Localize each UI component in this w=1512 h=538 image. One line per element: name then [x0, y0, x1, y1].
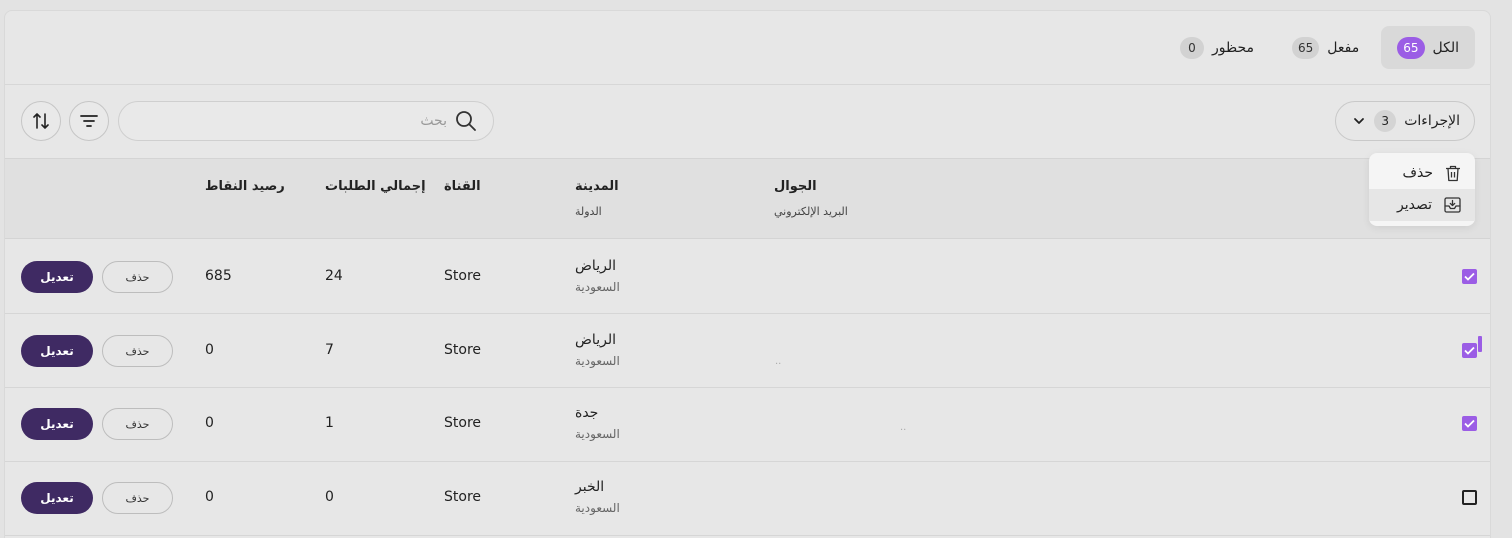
customers-card: الكل 65 مفعل 65 محظور 0 الإجراءات 3 بحث …	[4, 10, 1491, 538]
delete-button[interactable]: حذف	[102, 408, 173, 440]
tabs-divider	[5, 84, 1490, 85]
tab-all[interactable]: الكل 65	[1381, 26, 1475, 69]
filter-button[interactable]	[69, 101, 109, 141]
row-points: 685	[205, 268, 232, 284]
table-row: .. الرياض السعودية Store 7 0 حذف تعديل	[5, 314, 1490, 388]
menu-item-delete-label: حذف	[1402, 165, 1433, 181]
row-country: السعودية	[575, 280, 620, 294]
search-input[interactable]	[135, 113, 447, 129]
row-checkbox[interactable]	[1462, 416, 1477, 431]
header-email: البريد الإلكتروني	[774, 205, 848, 218]
row-city: جدة	[575, 405, 599, 421]
delete-button[interactable]: حذف	[102, 482, 173, 514]
actions-label: الإجراءات	[1404, 113, 1460, 129]
row-total-orders: 1	[325, 415, 334, 431]
row-total-orders: 0	[325, 489, 334, 505]
row-city: الرياض	[575, 258, 616, 274]
tab-blocked[interactable]: محظور 0	[1164, 26, 1270, 69]
menu-item-export[interactable]: تصدير	[1369, 189, 1475, 221]
row-city: الرياض	[575, 332, 616, 348]
row-points: 0	[205, 415, 214, 431]
row-checkbox[interactable]	[1462, 343, 1477, 358]
chevron-down-icon	[1352, 114, 1366, 128]
edit-button[interactable]: تعديل	[21, 408, 93, 440]
search-icon	[455, 110, 477, 132]
row-total-orders: 24	[325, 268, 343, 284]
row-mobile: ..	[900, 422, 907, 433]
header-total-orders: إجمالي الطلبات	[325, 179, 426, 194]
sort-button[interactable]	[21, 101, 61, 141]
trash-icon	[1445, 165, 1461, 182]
header-mobile: الجوال	[774, 179, 817, 194]
actions-menu: حذف تصدير	[1369, 153, 1475, 226]
actions-count: 3	[1374, 110, 1397, 132]
row-channel: Store	[444, 489, 482, 505]
tab-blocked-label: محظور	[1211, 39, 1254, 56]
tab-all-count: 65	[1397, 36, 1425, 59]
header-country: الدولة	[575, 205, 602, 218]
delete-button[interactable]: حذف	[102, 335, 173, 367]
header-channel: القناة	[444, 179, 481, 194]
status-tabs: الكل 65 مفعل 65 محظور 0	[1164, 26, 1475, 69]
row-points: 0	[205, 342, 214, 358]
search-box	[118, 101, 494, 141]
tab-active-label: مفعل	[1327, 39, 1360, 56]
table-row: الخبر السعودية Store 0 0 حذف تعديل	[5, 462, 1490, 536]
edit-button[interactable]: تعديل	[21, 335, 93, 367]
row-total-orders: 7	[325, 342, 334, 358]
table-header: الجوال البريد الإلكتروني المدينة الدولة …	[5, 158, 1490, 352]
export-icon	[1444, 197, 1461, 213]
actions-button[interactable]: الإجراءات 3	[1335, 101, 1475, 141]
tab-blocked-count: 0	[1179, 36, 1204, 59]
header-city: المدينة	[575, 179, 619, 194]
row-checkbox[interactable]	[1462, 269, 1477, 284]
edit-button[interactable]: تعديل	[21, 482, 93, 514]
row-checkbox[interactable]	[1462, 490, 1477, 505]
sort-icon	[32, 112, 50, 130]
row-country: السعودية	[575, 501, 620, 515]
table-row: .. جدة السعودية Store 1 0 حذف تعديل	[5, 388, 1490, 462]
table-row: الرياض السعودية Store 24 685 حذف تعديل	[5, 240, 1490, 314]
tab-all-label: الكل	[1432, 39, 1460, 56]
row-country: السعودية	[575, 427, 620, 441]
row-email: ..	[775, 356, 782, 367]
menu-item-delete[interactable]: حذف	[1369, 157, 1475, 189]
row-country: السعودية	[575, 354, 620, 368]
tab-active-count: 65	[1292, 36, 1320, 59]
row-city: الخبر	[575, 479, 605, 495]
menu-item-export-label: تصدير	[1396, 197, 1432, 213]
row-channel: Store	[444, 268, 482, 284]
row-points: 0	[205, 489, 214, 505]
tab-active[interactable]: مفعل 65	[1276, 26, 1375, 69]
edit-button[interactable]: تعديل	[21, 261, 93, 293]
row-channel: Store	[444, 342, 482, 358]
filter-icon	[80, 114, 98, 128]
delete-button[interactable]: حذف	[102, 261, 173, 293]
header-points-balance: رصيد النقاط	[205, 179, 285, 194]
row-channel: Store	[444, 415, 482, 431]
